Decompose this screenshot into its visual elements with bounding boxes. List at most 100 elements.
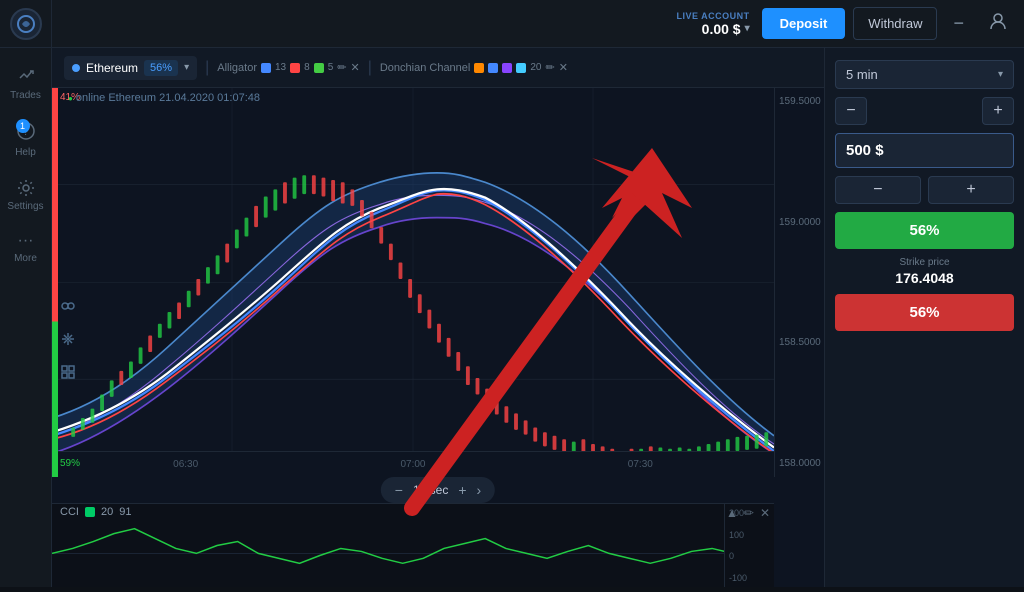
time-selector-arrow: ▾ bbox=[998, 69, 1003, 80]
time-value: 15 sec bbox=[413, 483, 448, 497]
amount-value: 500 $ bbox=[846, 142, 884, 159]
amount-stepper: − + bbox=[835, 176, 1014, 204]
online-label-text: online Ethereum 21.04.2020 01:07:48 bbox=[76, 92, 260, 104]
bullish-pct: 59% bbox=[60, 458, 80, 469]
main-chart-area: 41% 59% Ethereum 56% ▾ | Alligator 13 8 … bbox=[52, 48, 824, 587]
amount-minus-btn[interactable]: − bbox=[835, 176, 921, 204]
alligator-label: Alligator bbox=[217, 62, 257, 74]
asset-selector[interactable]: Ethereum 56% ▾ bbox=[64, 56, 197, 80]
down-button[interactable]: 56% bbox=[835, 294, 1014, 331]
time-minus-btn[interactable]: − bbox=[835, 97, 867, 125]
time-forward-btn[interactable]: › bbox=[477, 482, 482, 498]
logo-icon bbox=[10, 8, 42, 40]
account-dropdown-arrow[interactable]: ▾ bbox=[745, 23, 750, 34]
time-selector[interactable]: 5 min ▾ bbox=[835, 60, 1014, 89]
alligator-indicator: Alligator 13 8 5 ✏ ✕ bbox=[217, 61, 359, 74]
cci-chart-svg bbox=[52, 504, 774, 587]
toolbar-separator: | bbox=[205, 59, 209, 77]
cci-price-4: -100 bbox=[729, 573, 770, 583]
sidebar-item-settings[interactable]: Settings bbox=[0, 170, 51, 220]
asset-pct-badge: 56% bbox=[144, 60, 178, 76]
price-axis: 159.5000 159.0000 158.5000 158.0000 bbox=[774, 88, 824, 477]
alligator-val3: 5 bbox=[328, 62, 334, 73]
help-badge: 1 bbox=[16, 119, 30, 133]
asset-name: Ethereum bbox=[86, 61, 138, 75]
donchian-dot2 bbox=[488, 63, 498, 73]
topbar: LIVE ACCOUNT 0.00 $ ▾ Deposit Withdraw − bbox=[0, 0, 1024, 48]
deposit-button[interactable]: Deposit bbox=[762, 8, 846, 39]
chart-toolbar: Ethereum 56% ▾ | Alligator 13 8 5 ✏ ✕ | … bbox=[52, 48, 824, 88]
sub-chart-edit-btn[interactable]: ✏ bbox=[744, 506, 754, 520]
donchian-edit-icon[interactable]: ✏ bbox=[545, 61, 554, 74]
amount-plus-btn[interactable]: + bbox=[928, 176, 1014, 204]
user-profile-button[interactable] bbox=[980, 7, 1016, 40]
sub-chart-up-btn[interactable]: ▲ bbox=[726, 506, 738, 520]
alligator-close-icon[interactable]: ✕ bbox=[350, 61, 359, 74]
alligator-val1: 13 bbox=[275, 62, 286, 73]
topbar-right: LIVE ACCOUNT 0.00 $ ▾ Deposit Withdraw − bbox=[676, 7, 1016, 40]
chart-online-label: ● online Ethereum 21.04.2020 01:07:48 bbox=[68, 92, 260, 104]
amount-input[interactable]: 500 $ bbox=[835, 133, 1014, 168]
up-pct: 56% bbox=[909, 222, 939, 239]
alligator-val2: 8 bbox=[304, 62, 310, 73]
panel-tool[interactable] bbox=[60, 364, 76, 385]
up-button[interactable]: 56% bbox=[835, 212, 1014, 249]
time-increase-btn[interactable]: + bbox=[458, 482, 466, 498]
sidebar-item-trades[interactable]: Trades bbox=[0, 56, 51, 109]
live-account-section: LIVE ACCOUNT 0.00 $ ▾ bbox=[676, 11, 749, 37]
asset-dropdown-arrow[interactable]: ▾ bbox=[184, 62, 189, 73]
trades-icon-wrap bbox=[16, 64, 36, 87]
down-pct: 56% bbox=[909, 304, 939, 321]
minimize-button[interactable]: − bbox=[945, 9, 972, 38]
sub-chart: CCI 20 91 ▲ ✏ ✕ 200 100 0 -100 bbox=[52, 503, 774, 587]
donchian-dot3 bbox=[502, 63, 512, 73]
trades-icon bbox=[16, 64, 36, 84]
price-level-1: 159.5000 bbox=[779, 96, 820, 107]
price-level-4: 158.0000 bbox=[779, 458, 820, 469]
donchian-dot4 bbox=[516, 63, 526, 73]
sidebar-item-help[interactable]: ? 1 Help bbox=[0, 113, 51, 166]
time-axis: 06:30 07:00 07:30 bbox=[52, 451, 774, 477]
alligator-edit-icon[interactable]: ✏ bbox=[337, 61, 346, 74]
sidebar-item-more[interactable]: ··· More bbox=[0, 224, 51, 272]
time-label-3: 07:30 bbox=[628, 459, 653, 470]
strike-label: Strike price bbox=[835, 257, 1014, 268]
more-label: More bbox=[14, 253, 37, 264]
cursor-tool[interactable] bbox=[60, 298, 76, 319]
cci-dot bbox=[85, 507, 95, 517]
time-control-bar: − 15 sec + › bbox=[381, 477, 495, 503]
donchian-dot1 bbox=[474, 63, 484, 73]
price-chart-svg bbox=[52, 88, 774, 477]
crosshair-tool[interactable] bbox=[60, 331, 76, 352]
sub-chart-header: CCI 20 91 bbox=[60, 506, 131, 518]
cci-val1: 20 bbox=[101, 506, 113, 518]
cci-val2: 91 bbox=[119, 506, 131, 518]
strike-section: Strike price 176.4048 bbox=[835, 257, 1014, 286]
time-plus-btn[interactable]: + bbox=[982, 97, 1014, 125]
logo-button[interactable] bbox=[0, 0, 52, 48]
toolbar-separator2: | bbox=[368, 59, 372, 77]
cci-price-2: 100 bbox=[729, 530, 770, 540]
alligator-dot2 bbox=[290, 63, 300, 73]
donchian-indicator: Donchian Channel 20 ✏ ✕ bbox=[380, 61, 568, 74]
sub-chart-close-btn[interactable]: ✕ bbox=[760, 506, 770, 520]
time-label-1: 06:30 bbox=[173, 459, 198, 470]
sidebar: Trades ? 1 Help Settings ··· More bbox=[0, 48, 52, 587]
asset-dot bbox=[72, 64, 80, 72]
online-indicator-dot: ● bbox=[68, 94, 73, 103]
right-panel: 5 min ▾ − + 500 $ − + 56% Strike price 1… bbox=[824, 48, 1024, 587]
price-level-3: 158.5000 bbox=[779, 337, 820, 348]
donchian-val: 20 bbox=[530, 62, 541, 73]
trades-label: Trades bbox=[10, 90, 41, 101]
topbar-left bbox=[0, 0, 52, 48]
help-label: Help bbox=[15, 147, 36, 158]
direction-bar bbox=[52, 88, 58, 477]
time-stepper: − + bbox=[835, 97, 1014, 125]
time-decrease-btn[interactable]: − bbox=[395, 482, 403, 498]
account-balance: 0.00 $ bbox=[702, 21, 741, 37]
alligator-dot3 bbox=[314, 63, 324, 73]
donchian-label: Donchian Channel bbox=[380, 62, 471, 74]
time-label-2: 07:00 bbox=[400, 459, 425, 470]
withdraw-button[interactable]: Withdraw bbox=[853, 7, 937, 40]
donchian-close-icon[interactable]: ✕ bbox=[559, 61, 568, 74]
